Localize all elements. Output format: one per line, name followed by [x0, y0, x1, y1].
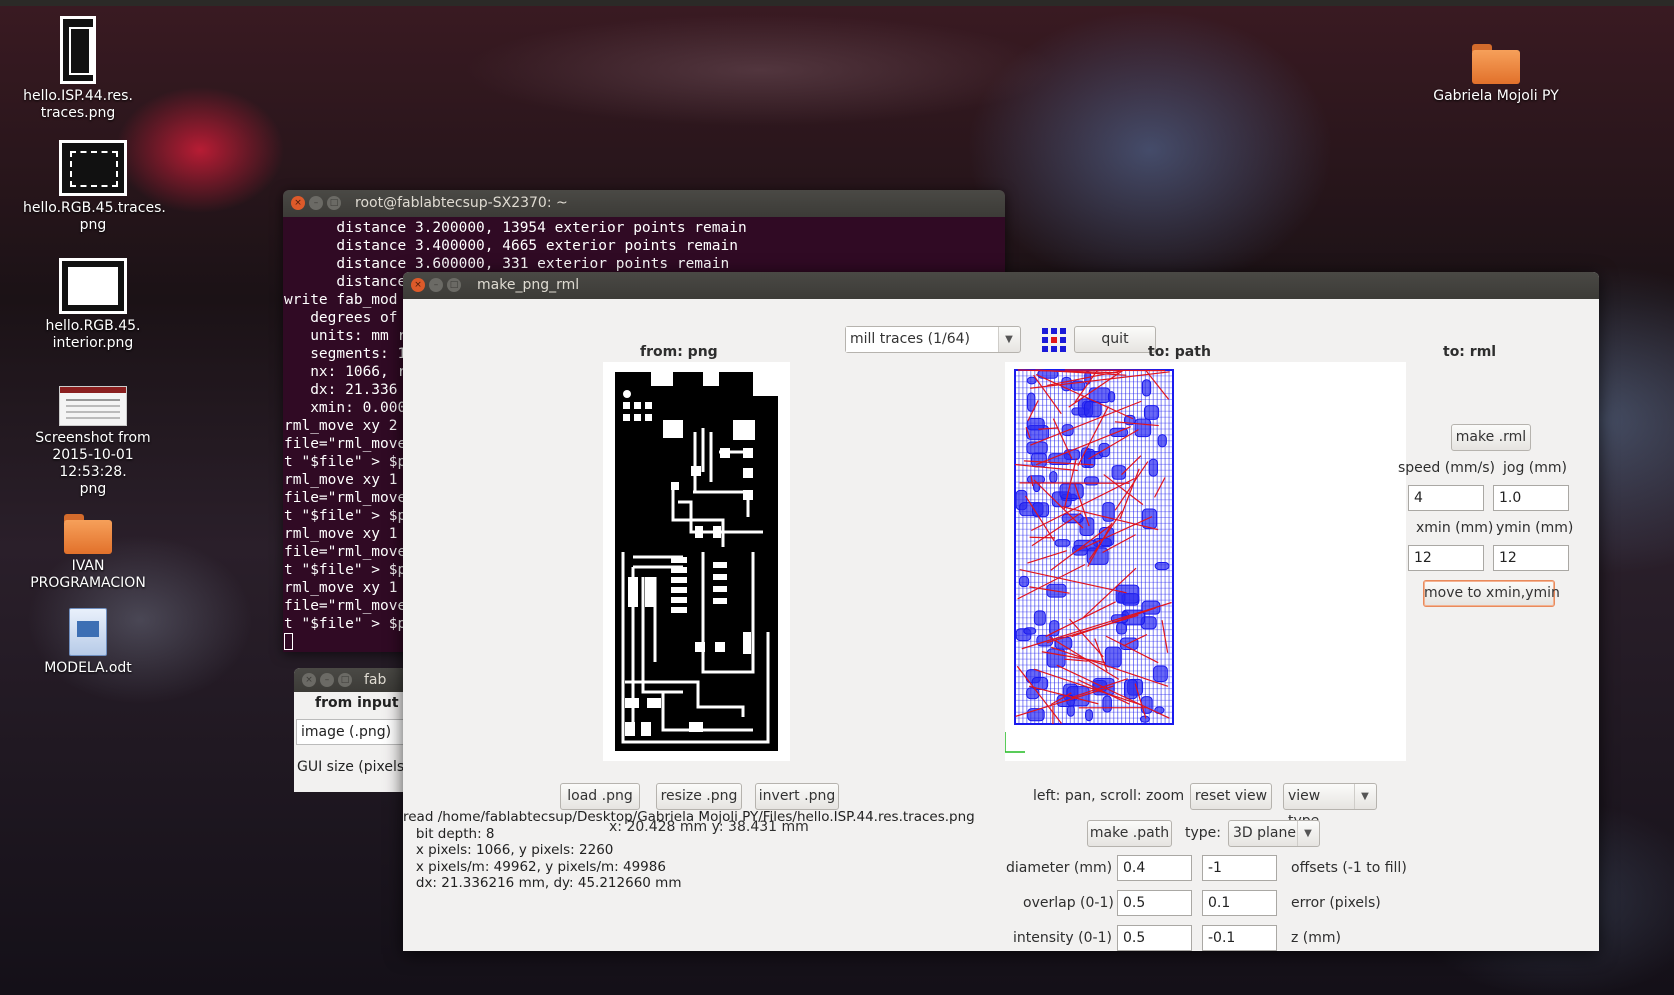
close-icon[interactable]: ×: [411, 278, 425, 292]
invert-png-button[interactable]: invert .png: [755, 783, 839, 810]
pcb-png-image: [615, 372, 778, 751]
image-thumbnail-icon: [59, 258, 127, 314]
intensity-input[interactable]: 0.5: [1117, 925, 1192, 951]
ymin-input[interactable]: 12: [1493, 545, 1569, 571]
terminal-cursor: [284, 633, 293, 650]
diameter-input[interactable]: 0.4: [1117, 855, 1192, 881]
png-preview[interactable]: [603, 362, 790, 761]
desktop-icon-ivan-programacion[interactable]: IVAN PROGRAMACION: [18, 514, 158, 592]
terminal-title: root@fablabtecsup-SX2370: ~: [355, 195, 568, 211]
process-select[interactable]: mill traces (1/64) ▼: [845, 326, 1021, 353]
folder-icon: [1472, 44, 1520, 84]
close-icon[interactable]: ×: [302, 673, 316, 687]
chevron-down-icon: ▼: [1304, 828, 1312, 839]
error-label: error (pixels): [1291, 895, 1381, 911]
maximize-icon[interactable]: □: [447, 278, 461, 292]
jog-label: jog (mm): [1503, 460, 1567, 476]
path-type-value: 3D plane: [1229, 821, 1298, 846]
diameter-label: diameter (mm): [1006, 860, 1113, 876]
minimize-icon[interactable]: –: [429, 278, 443, 292]
folder-icon: [64, 514, 112, 554]
desktop-icon-label: hello.RGB.45. interior.png: [45, 318, 141, 351]
toolpath-preview[interactable]: [1004, 362, 1406, 761]
overlap-label: overlap (0-1): [1023, 895, 1114, 911]
desktop-icon-label: Screenshot from 2015-10-01 12:53:28. png: [35, 430, 151, 497]
fab-titlebar[interactable]: × – □ fab: [294, 668, 406, 692]
make-path-button[interactable]: make .path: [1087, 820, 1172, 847]
desktop-icon-screenshot[interactable]: Screenshot from 2015-10-01 12:53:28. png: [23, 386, 163, 498]
desktop-icon-hello-rgb-traces[interactable]: hello.RGB.45.traces. png: [23, 140, 166, 234]
pcb-thumbnail-icon: [60, 16, 96, 84]
reset-view-button[interactable]: reset view: [1190, 783, 1272, 810]
fab-logo-icon: [1042, 328, 1066, 352]
top-panel: [0, 0, 1674, 6]
xmin-input[interactable]: 12: [1408, 545, 1484, 571]
input-format-select[interactable]: image (.png): [296, 719, 406, 745]
maximize-icon[interactable]: □: [327, 196, 341, 210]
z-label: z (mm): [1291, 930, 1341, 946]
z-input[interactable]: -0.1: [1202, 925, 1277, 951]
type-label: type:: [1185, 825, 1221, 841]
jog-input[interactable]: 1.0: [1493, 485, 1569, 511]
maximize-icon[interactable]: □: [338, 673, 352, 687]
to-path-header: to: path: [1148, 344, 1211, 360]
speed-label: speed (mm/s): [1398, 460, 1495, 476]
load-png-button[interactable]: load .png: [560, 783, 640, 810]
fab-header: from input f: [315, 695, 406, 711]
fab-title: fab: [364, 672, 387, 688]
fab-window[interactable]: × – □ fab from input f image (.png) GUI …: [294, 668, 406, 792]
speed-input[interactable]: 4: [1408, 485, 1484, 511]
main-titlebar[interactable]: × – □ make_png_rml: [403, 272, 1599, 299]
path-type-select[interactable]: 3D plane ▼: [1228, 820, 1320, 847]
minimize-icon[interactable]: –: [309, 196, 323, 210]
close-icon[interactable]: ×: [291, 196, 305, 210]
process-select-value: mill traces (1/64): [846, 327, 999, 352]
desktop-icon-label: Gabriela Mojoli PY: [1433, 88, 1559, 104]
make-rml-button[interactable]: make .rml: [1451, 424, 1531, 451]
quit-button[interactable]: quit: [1074, 326, 1156, 353]
view-type-value: view type: [1284, 784, 1355, 829]
desktop-icon-label: hello.RGB.45.traces. png: [23, 200, 166, 233]
desktop-icon-gabriela-folder[interactable]: Gabriela Mojoli PY: [1416, 44, 1576, 105]
ymin-label: ymin (mm): [1496, 520, 1574, 536]
xmin-label: xmin (mm): [1416, 520, 1494, 536]
terminal-line: distance 3.200000, 13954 exterior points…: [284, 220, 747, 236]
terminal-titlebar[interactable]: × – □ root@fablabtecsup-SX2370: ~: [283, 190, 1005, 217]
resize-png-button[interactable]: resize .png: [656, 783, 742, 810]
offsets-input[interactable]: -1: [1202, 855, 1277, 881]
pcb-thumbnail-icon: [59, 140, 127, 196]
move-to-xmin-ymin-button[interactable]: move to xmin,ymin: [1423, 580, 1560, 607]
pan-hint: left: pan, scroll: zoom: [1033, 788, 1185, 804]
terminal-line: distance 3.400000, 4665 exterior points …: [284, 238, 738, 254]
desktop-icon-label: MODELA.odt: [44, 660, 132, 676]
minimize-icon[interactable]: –: [320, 673, 334, 687]
desktop-icon-hello-rgb-interior[interactable]: hello.RGB.45. interior.png: [23, 258, 163, 352]
intensity-label: intensity (0-1): [1013, 930, 1112, 946]
toolpath-render: [1004, 369, 1174, 753]
gui-size-label: GUI size (pixels):: [297, 759, 406, 775]
offsets-label: offsets (-1 to fill): [1291, 860, 1407, 876]
screenshot-thumbnail-icon: [59, 386, 127, 426]
make-png-rml-window[interactable]: × – □ make_png_rml mill traces (1/64) ▼ …: [403, 272, 1599, 951]
desktop-icon-hello-isp-traces[interactable]: hello.ISP.44.res. traces.png: [8, 16, 148, 122]
to-rml-header: to: rml: [1443, 344, 1497, 360]
chevron-down-icon: ▼: [1361, 791, 1369, 802]
desktop-icon-label: IVAN PROGRAMACION: [30, 558, 146, 591]
desktop-icon-modela-odt[interactable]: MODELA.odt: [18, 608, 158, 677]
view-type-select[interactable]: view type ▼: [1283, 783, 1377, 829]
terminal-line: distance 3.600000, 331 exterior points r…: [284, 256, 730, 272]
desktop-icon-label: hello.ISP.44.res. traces.png: [23, 88, 133, 121]
document-icon: [69, 608, 107, 656]
error-input[interactable]: 0.1: [1202, 890, 1277, 916]
read-log: read /home/fablabtecsup/Desktop/Gabriela…: [403, 809, 975, 891]
from-png-header: from: png: [640, 344, 718, 360]
main-title: make_png_rml: [477, 277, 580, 293]
overlap-input[interactable]: 0.5: [1117, 890, 1192, 916]
chevron-down-icon: ▼: [1005, 334, 1013, 345]
